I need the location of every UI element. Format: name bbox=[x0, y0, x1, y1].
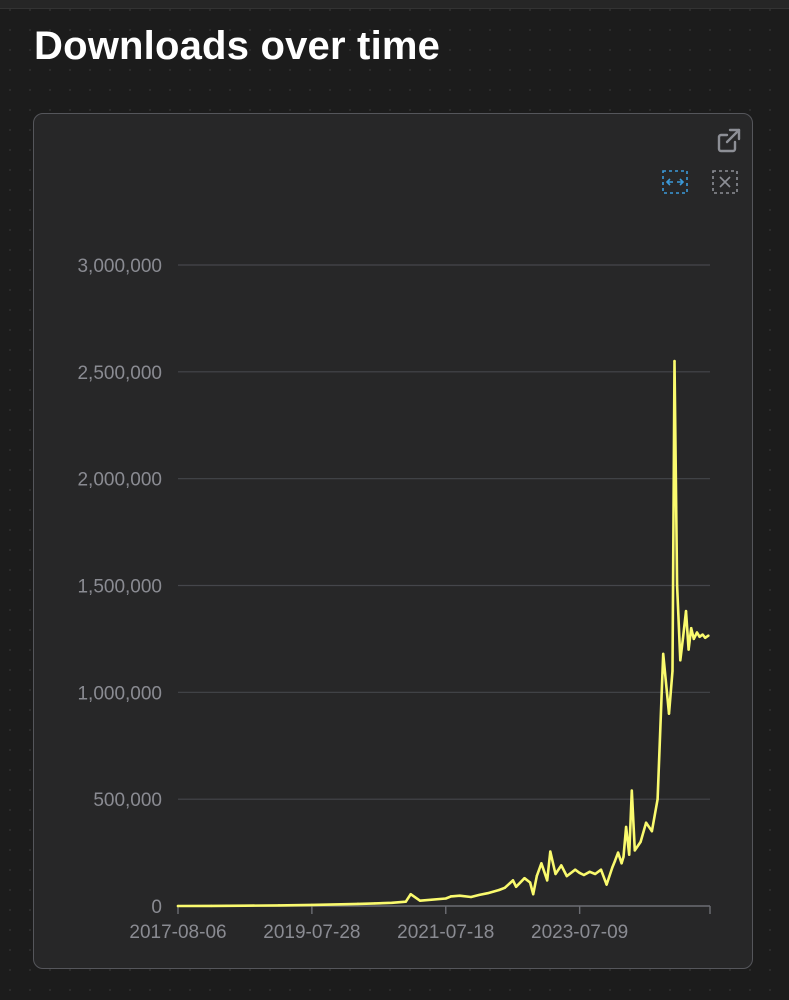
data-point bbox=[695, 631, 699, 634]
series-line-downloads bbox=[176, 359, 710, 908]
data-point bbox=[616, 851, 620, 854]
data-point bbox=[486, 891, 489, 895]
data-point bbox=[578, 871, 581, 875]
data-point bbox=[681, 637, 685, 641]
data-point bbox=[692, 637, 696, 641]
data-point bbox=[523, 877, 526, 880]
data-point bbox=[650, 830, 654, 833]
data-point bbox=[458, 894, 461, 897]
data-point bbox=[503, 886, 507, 890]
data-point bbox=[633, 849, 636, 852]
data-point bbox=[701, 633, 704, 636]
data-point bbox=[613, 859, 617, 863]
data-point bbox=[409, 893, 412, 896]
data-point bbox=[390, 901, 394, 904]
data-point bbox=[639, 840, 642, 844]
data-point bbox=[478, 893, 481, 897]
data-point bbox=[540, 862, 543, 865]
y-tick-label: 2,500,000 bbox=[77, 363, 162, 384]
data-point bbox=[535, 874, 538, 878]
data-point bbox=[675, 584, 679, 587]
data-point bbox=[707, 634, 710, 637]
data-point bbox=[599, 868, 603, 871]
data-point bbox=[684, 609, 688, 613]
data-point bbox=[588, 870, 591, 874]
data-point bbox=[511, 879, 515, 882]
y-tick-label: 0 bbox=[151, 897, 162, 918]
data-point bbox=[630, 789, 634, 792]
data-point bbox=[449, 895, 453, 898]
y-tick-label: 2,000,000 bbox=[77, 470, 162, 491]
data-point bbox=[373, 902, 377, 905]
data-point bbox=[690, 627, 693, 630]
data-point bbox=[418, 899, 422, 902]
data-point bbox=[356, 902, 360, 906]
data-point bbox=[444, 897, 447, 900]
data-point bbox=[679, 659, 682, 662]
data-point bbox=[549, 850, 552, 853]
data-point bbox=[554, 872, 557, 876]
data-point bbox=[611, 866, 614, 869]
data-point bbox=[703, 636, 707, 640]
data-point bbox=[698, 635, 701, 638]
data-point bbox=[560, 864, 563, 867]
data-point bbox=[339, 903, 343, 906]
data-point bbox=[497, 888, 501, 892]
data-point bbox=[671, 669, 674, 673]
data-point bbox=[620, 862, 623, 865]
x-tick-label: 2023-07-09 bbox=[531, 922, 628, 943]
data-point bbox=[277, 904, 281, 907]
data-point bbox=[243, 904, 247, 907]
data-point bbox=[582, 873, 586, 877]
x-tick-label: 2019-07-28 bbox=[263, 922, 360, 943]
data-point bbox=[528, 881, 532, 884]
data-point bbox=[565, 874, 569, 878]
y-tick-label: 1,000,000 bbox=[77, 683, 162, 704]
x-tick-label: 2021-07-18 bbox=[397, 922, 494, 943]
data-point bbox=[514, 885, 518, 888]
data-point bbox=[469, 895, 473, 899]
data-point bbox=[545, 879, 549, 882]
data-point bbox=[210, 904, 213, 908]
data-point bbox=[687, 648, 690, 651]
data-point bbox=[605, 883, 608, 886]
data-point bbox=[644, 821, 648, 824]
y-tick-label: 3,000,000 bbox=[77, 256, 162, 277]
data-point bbox=[624, 825, 628, 829]
data-point bbox=[573, 868, 577, 871]
data-point bbox=[594, 872, 597, 876]
data-point bbox=[628, 853, 631, 856]
data-point bbox=[622, 855, 625, 859]
data-point bbox=[310, 903, 314, 907]
x-tick-label: 2017-08-06 bbox=[129, 922, 226, 943]
downloads-line-chart: 0 500,000 1,000,000 1,500,000 2,000,000 2,500… bbox=[77, 256, 711, 943]
data-point bbox=[404, 900, 408, 903]
data-point bbox=[656, 797, 659, 801]
y-tick-label: 1,500,000 bbox=[77, 577, 162, 598]
data-point bbox=[667, 712, 671, 715]
data-point bbox=[176, 904, 180, 908]
y-tick-label: 500,000 bbox=[93, 790, 162, 811]
data-point bbox=[662, 652, 665, 656]
data-point bbox=[673, 359, 676, 363]
data-point bbox=[532, 893, 535, 896]
